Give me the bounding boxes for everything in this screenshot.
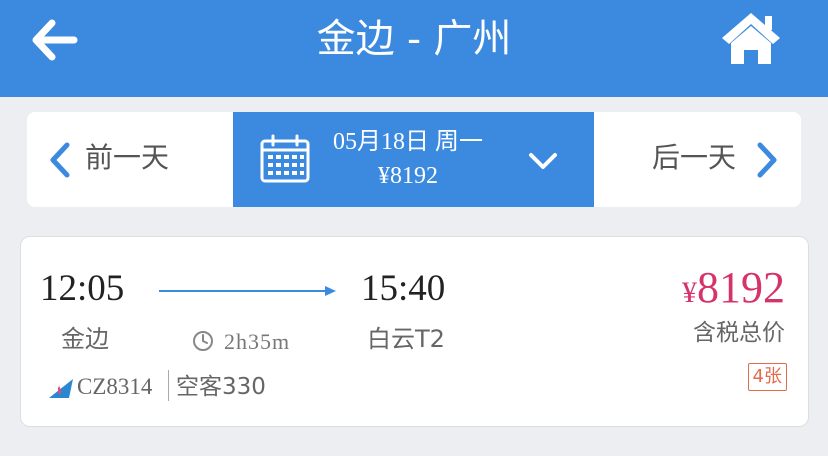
chevron-right-icon: [757, 142, 777, 178]
home-icon: [722, 13, 780, 64]
route-arrow-icon: [159, 286, 336, 296]
flight-card[interactable]: 12:05 15:40 金边 2h35m 白云T2 CZ8314 空客330 ¥…: [20, 236, 809, 427]
chevron-down-icon: [529, 153, 557, 169]
prev-day-button[interactable]: 前一天: [27, 112, 233, 207]
price-currency: ¥: [682, 276, 697, 309]
price-amount: 8192: [697, 263, 785, 312]
flight-duration: 2h35m: [224, 329, 291, 354]
arrival-airport: 白云T2: [367, 325, 445, 353]
price-label: 含税总价: [693, 320, 785, 346]
back-button[interactable]: [30, 18, 100, 62]
aircraft-type: 空客330: [176, 374, 266, 400]
page-title: 金边 - 广州: [316, 17, 512, 62]
home-button[interactable]: [718, 8, 788, 74]
flight-number: CZ8314: [77, 374, 153, 399]
arrival-time: 15:40: [361, 268, 446, 309]
flight-price: ¥8192: [682, 263, 785, 323]
date-selector-bar: 前一天 05月18日 周一 ¥8192 后一天: [27, 112, 801, 207]
separator: [168, 370, 169, 401]
date-picker-button[interactable]: 05月18日 周一 ¥8192: [233, 112, 594, 207]
next-day-button[interactable]: 后一天: [594, 112, 801, 207]
top-nav-bar: 金边 - 广州: [0, 0, 828, 97]
departure-airport: 金边: [61, 325, 109, 353]
departure-time: 12:05: [40, 268, 125, 309]
clock-icon: [193, 331, 213, 351]
prev-day-label: 前一天: [85, 141, 170, 174]
airline-logo-icon: [49, 379, 73, 398]
back-arrow-icon: [32, 19, 78, 61]
chevron-left-icon: [50, 142, 70, 178]
tickets-left-badge: 4张: [747, 363, 787, 391]
lowest-price: ¥8192: [378, 163, 438, 189]
selected-date: 05月18日 周一: [333, 129, 483, 155]
next-day-label: 后一天: [652, 141, 737, 174]
